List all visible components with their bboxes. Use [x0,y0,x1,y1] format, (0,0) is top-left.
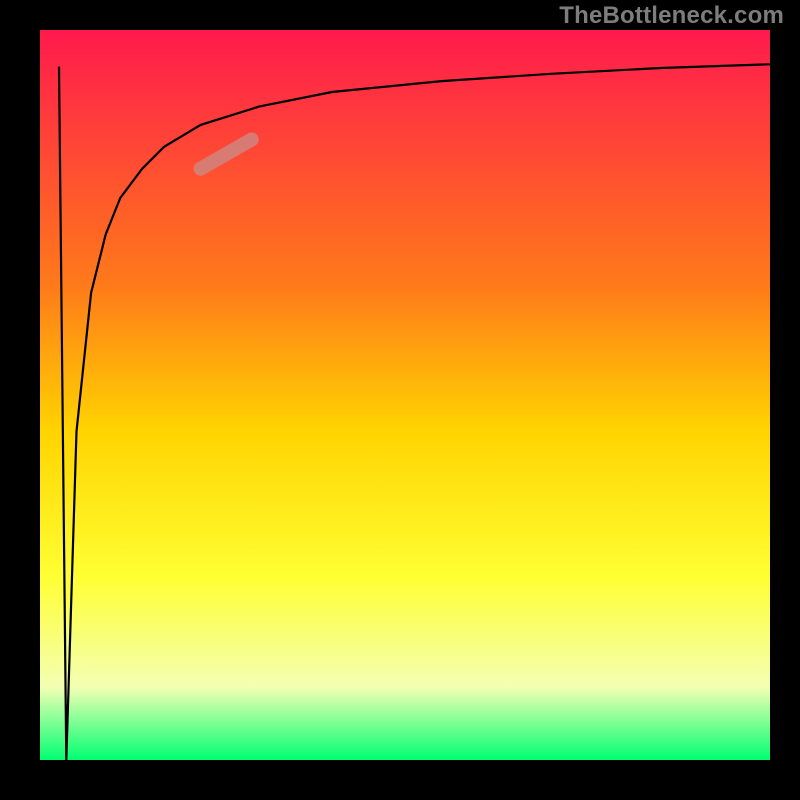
watermark-text: TheBottleneck.com [559,2,784,30]
chart-root: TheBottleneck.com [0,0,800,800]
gradient-plot-area [40,30,770,760]
chart-svg [0,0,800,800]
